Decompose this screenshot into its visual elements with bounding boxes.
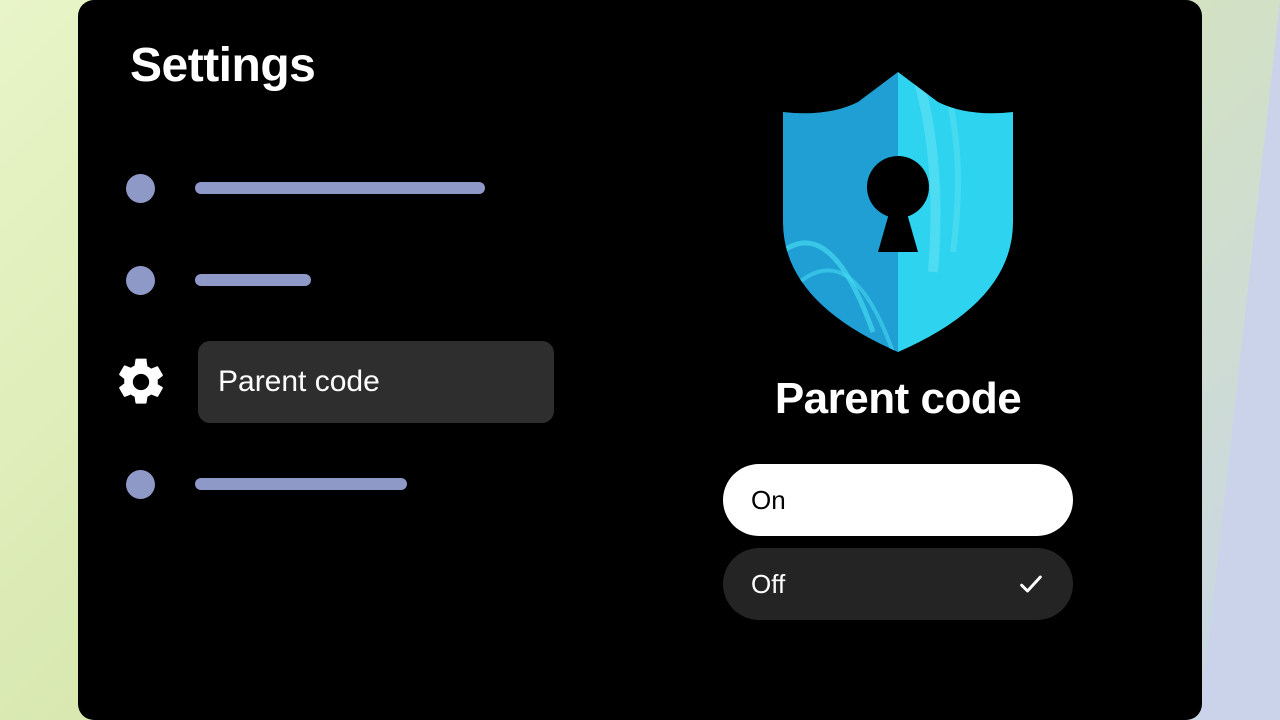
gear-icon xyxy=(112,353,170,411)
check-icon xyxy=(1017,570,1045,598)
option-label: On xyxy=(751,485,786,516)
menu-item-label-placeholder xyxy=(195,478,407,490)
shield-lock-icon xyxy=(783,72,1013,352)
menu-item-label-placeholder xyxy=(195,182,485,194)
menu-item-label-placeholder xyxy=(195,274,311,286)
menu-item-icon xyxy=(126,470,155,499)
detail-title: Parent code xyxy=(775,374,1021,424)
page-title: Settings xyxy=(130,38,315,93)
option-on[interactable]: On xyxy=(723,464,1073,536)
menu-item-chip: Parent code xyxy=(198,341,554,423)
option-label: Off xyxy=(751,569,785,600)
menu-item-label: Parent code xyxy=(218,365,380,399)
menu-item-icon xyxy=(126,174,155,203)
menu-item-parent-code[interactable]: Parent code xyxy=(126,342,626,422)
settings-menu: Parent code xyxy=(126,168,626,556)
detail-pane: Parent code On Off xyxy=(678,72,1118,620)
background-accent xyxy=(1200,0,1280,720)
menu-item-placeholder[interactable] xyxy=(126,260,626,300)
option-list: On Off xyxy=(723,464,1073,620)
menu-item-placeholder[interactable] xyxy=(126,464,626,504)
menu-item-icon xyxy=(126,266,155,295)
menu-item-placeholder[interactable] xyxy=(126,168,626,208)
settings-panel: Settings Parent code xyxy=(78,0,1202,720)
option-off[interactable]: Off xyxy=(723,548,1073,620)
